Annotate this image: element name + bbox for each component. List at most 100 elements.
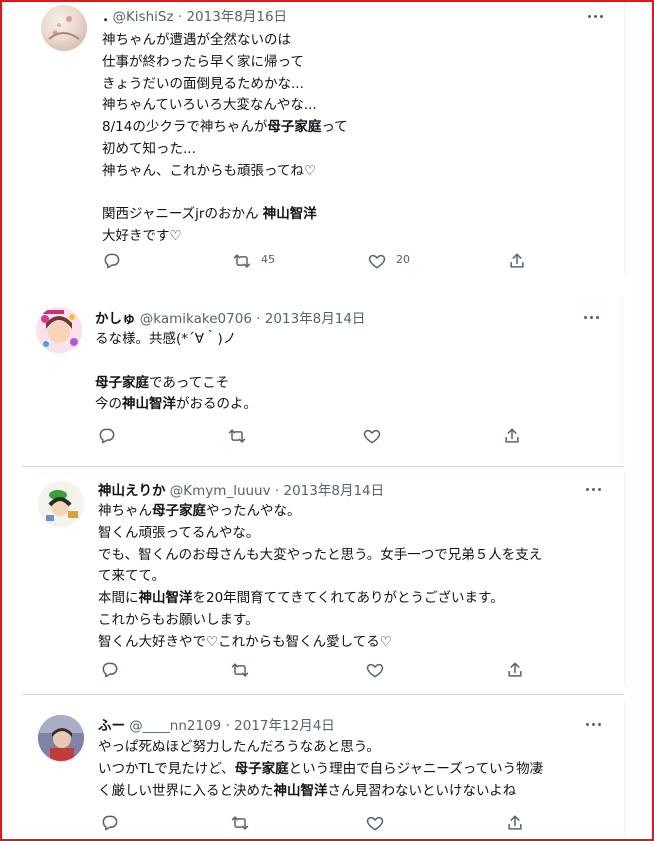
- text-segment: でも、智くんのお母さんも大変やったと思う。女手一つで兄弟５人を支え: [98, 546, 543, 563]
- text-segment: 神ちゃんていろいろ大変なんやな...: [102, 97, 317, 114]
- more-horizontal-icon[interactable]: [584, 315, 602, 321]
- avatar[interactable]: [38, 715, 84, 761]
- more-horizontal-icon[interactable]: [588, 14, 606, 20]
- tweet-text-line: 本間に神山智洋を20年間育ててきてくれてありがとうございます。: [98, 588, 542, 610]
- highlighted-keyword: 母子家庭: [95, 374, 149, 391]
- likes-count: 20: [396, 253, 410, 266]
- tweet-card[interactable]: ふー @____nn2109 · 2017年12月4日 やっぱ死ぬほど努力したん…: [24, 702, 625, 841]
- text-segment: いつかTLで見たけど、: [98, 760, 235, 777]
- avatar[interactable]: [38, 481, 84, 527]
- tweet-text-line: 神ちゃん、これからも頑張ってね♡: [102, 161, 348, 183]
- avatar-image: [38, 481, 84, 527]
- text-segment: て来てて。: [98, 568, 166, 585]
- more-horizontal-icon[interactable]: [586, 722, 604, 728]
- text-segment: 智くん大好きやで♡これからも智くん愛してる♡: [98, 633, 392, 650]
- text-segment: 神ちゃん: [98, 503, 152, 519]
- text-segment: 神ちゃん、これからも頑張ってね♡: [102, 162, 316, 179]
- tweet-date[interactable]: 2017年12月4日: [234, 718, 335, 734]
- tweet-text-line: 大好きです♡: [102, 226, 348, 248]
- avatar[interactable]: [41, 5, 87, 51]
- display-name[interactable]: 神山えりか: [98, 483, 166, 499]
- text-segment: これからもお願いします。: [98, 611, 259, 628]
- tweet-text-line: でも、智くんのお母さんも大変やったと思う。女手一つで兄弟５人を支え: [98, 545, 542, 567]
- tweet-text-line: 神ちゃんが遭遇が全然ないのは: [102, 30, 348, 52]
- text-segment: 仕事が終わったら早く家に帰って: [102, 53, 304, 70]
- tweet-text-line: て来てて。: [98, 566, 542, 588]
- highlighted-keyword: 母子家庭: [267, 119, 322, 136]
- handle[interactable]: @Kmym_luuuv: [170, 483, 271, 499]
- tweet-text-line: 今の神山智洋がおるのよ。: [95, 394, 257, 416]
- avatar-image: [48, 16, 80, 40]
- tweet-header: かしゅ @kamikake0706 · 2013年8月14日: [95, 311, 366, 327]
- tweet-text-line: 神ちゃんていろいろ大変なんやな...: [102, 95, 348, 117]
- tweet-header: ふー @____nn2109 · 2017年12月4日: [98, 718, 335, 734]
- handle[interactable]: @____nn2109: [129, 718, 221, 734]
- tweet-text: るな様。共感(*´∀｀)ノ 母子家庭であってこそ 今の神山智洋がおるのよ。: [95, 329, 257, 416]
- tweet-text-line: 8/14の少クラで神ちゃんが母子家庭って: [102, 117, 348, 139]
- text-segment: を20年間育ててきてくれてありがとうございます。: [192, 590, 504, 607]
- text-segment: 初めて知った...: [102, 140, 196, 157]
- tweet-card[interactable]: かしゅ @kamikake0706 · 2013年8月14日 るな様。共感(*´…: [24, 298, 623, 462]
- tweet-text: 神ちゃん母子家庭やったんやな。 智くん頑張ってるんやな。 でも、智くんのお母さんも大…: [98, 501, 542, 654]
- highlighted-keyword: 神山智洋: [122, 396, 176, 413]
- tweet-actions: 45 20: [102, 251, 542, 271]
- highlighted-keyword: 神山智洋: [262, 206, 317, 223]
- tweet-card[interactable]: 神山えりか @Kmym_luuuv · 2013年8月14日 神ちゃん母子家庭や…: [24, 471, 625, 686]
- display-name[interactable]: .: [103, 9, 108, 25]
- tweet-header: 神山えりか @Kmym_luuuv · 2013年8月14日: [98, 483, 385, 499]
- text-segment: 本間に: [98, 590, 139, 607]
- tweet-text-line: これからもお願いします。: [98, 610, 542, 632]
- highlighted-keyword: 神山智洋: [138, 590, 193, 607]
- text-segment: やったんやな。: [206, 503, 301, 519]
- tweet-header: . @KishiSz · 2013年8月16日: [103, 9, 288, 25]
- tweet-text-line: 初めて知った...: [102, 139, 348, 161]
- tweet-text-line: 母子家庭であってこそ: [95, 373, 257, 395]
- text-segment: 智くん頑張ってるんやな。: [98, 524, 260, 541]
- avatar-image: [36, 307, 82, 353]
- tweet-text-line: く厳しい世界に入ると決めた神山智洋さん見習わないといけないよね: [98, 781, 543, 803]
- text-segment: 今の: [95, 396, 122, 413]
- tweet-text-line: いつかTLで見たけど、母子家庭という理由で自らジャニーズっていう物凄: [98, 759, 543, 781]
- text-segment: 関西ジャニーズjrのおかん: [102, 206, 263, 223]
- more-horizontal-icon[interactable]: [586, 487, 604, 493]
- text-segment: 神ちゃんが遭遇が全然ないのは: [102, 32, 291, 48]
- tweet-text-line: きょうだいの面倒見るためかな...: [102, 74, 348, 96]
- handle[interactable]: @kamikake0706: [140, 311, 252, 327]
- tweet-text-line: 智くん頑張ってるんやな。: [98, 523, 542, 545]
- avatar-image: [38, 715, 84, 761]
- tweet-date[interactable]: 2013年8月14日: [284, 483, 385, 499]
- text-segment: きょうだいの面倒見るためかな...: [102, 75, 304, 92]
- tweet-text-line: るな様。共感(*´∀｀)ノ: [95, 329, 257, 351]
- handle[interactable]: @KishiSz: [112, 9, 173, 25]
- text-segment: って: [321, 119, 348, 136]
- tweet-text-line: 智くん大好きやで♡これからも智くん愛してる♡: [98, 632, 542, 654]
- retweets-count: 45: [261, 253, 275, 266]
- display-name[interactable]: ふー: [98, 718, 125, 734]
- tweet-date[interactable]: 2013年8月14日: [265, 311, 366, 327]
- tweet-text: 神ちゃんが遭遇が全然ないのは 仕事が終わったら早く家に帰って きょうだいの面倒見るた…: [102, 30, 348, 248]
- display-name[interactable]: かしゅ: [95, 311, 136, 327]
- text-segment: 大好きです♡: [102, 228, 182, 245]
- tweet-text-line: やっぱ死ぬほど努力したんだろうなあと思う。: [98, 737, 543, 759]
- highlighted-keyword: 母子家庭: [152, 503, 206, 519]
- tweet-actions: [100, 660, 540, 680]
- text-segment: く厳しい世界に入ると決めた: [98, 782, 274, 799]
- text-segment: がおるのよ。: [176, 396, 257, 413]
- tweet-text-line: 関西ジャニーズjrのおかん 神山智洋: [102, 204, 348, 226]
- avatar[interactable]: [36, 307, 82, 353]
- tweet-actions: [100, 813, 540, 833]
- tweet-text-line: 神ちゃん母子家庭やったんやな。: [98, 501, 542, 523]
- highlighted-keyword: 母子家庭: [234, 760, 289, 777]
- text-segment: 8/14の少クラで神ちゃんが: [102, 119, 268, 136]
- text-segment: さん見習わないといけないよね: [327, 782, 517, 799]
- tweet-card[interactable]: . @KishiSz · 2013年8月16日 神ちゃんが遭遇が全然ないのは 仕事…: [24, 0, 625, 275]
- tweet-text: やっぱ死ぬほど努力したんだろうなあと思う。 いつかTLで見たけど、母子家庭という理…: [98, 737, 543, 802]
- text-segment: であってこそ: [149, 374, 230, 391]
- tweet-actions: [97, 426, 537, 446]
- tweet-text-line: 仕事が終わったら早く家に帰って: [102, 52, 348, 74]
- tweet-date[interactable]: 2013年8月16日: [186, 9, 287, 25]
- text-segment: やっぱ死ぬほど努力したんだろうなあと思う。: [98, 739, 380, 755]
- text-segment: という理由で自らジャニーズっていう物凄: [288, 760, 544, 777]
